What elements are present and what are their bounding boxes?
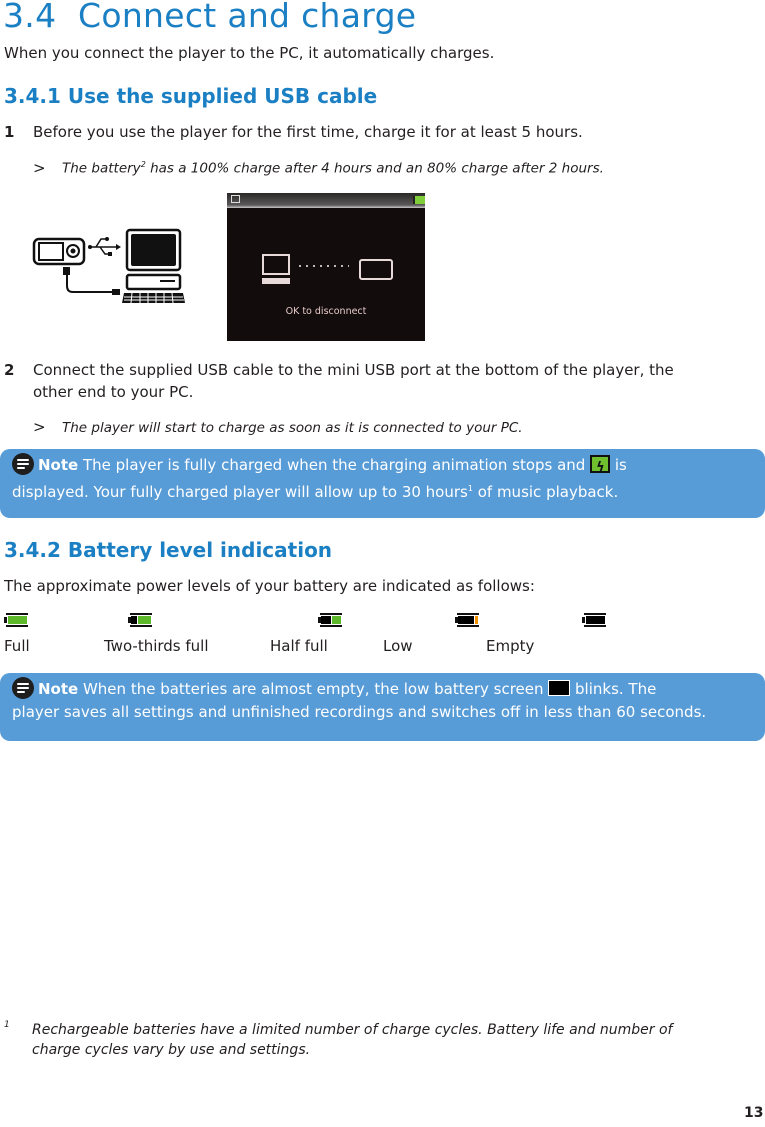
screen-dots [299,265,349,267]
note-label: Note [38,456,79,474]
screen-status-bar [227,193,425,208]
result-marker: > [33,159,46,177]
step-result: The battery2 has a 100% charge after 4 h… [62,160,604,177]
screen-pc-base [262,278,290,284]
result-text: has a 100% charge after 4 hours and an 8… [145,160,604,177]
note-text: is [610,456,627,474]
usb-connection-illustration [32,228,185,304]
player-icon [32,237,86,266]
note-text: The player is fully charged when the cha… [78,456,591,474]
note-text: When the batteries are almost empty, the… [78,680,549,698]
usb-icon [88,237,121,256]
step-number: 2 [4,361,15,379]
section-intro: When you connect the player to the PC, i… [4,44,495,62]
footnote-text: Rechargeable batteries have a limited nu… [32,1020,672,1060]
battery-status-icon [413,196,425,204]
page-number: 13 [744,1105,764,1121]
pc-status-icon [231,195,240,203]
screen-player-icon [359,259,393,280]
note-icon [12,453,34,475]
cable [66,268,115,293]
result-marker: > [33,418,46,436]
section-title: 3.4 Connect and charge [3,0,416,35]
step-number: 1 [4,123,15,141]
footnote-marker: 1 [4,1020,10,1030]
note-text: of music playback. [472,483,619,501]
screen-caption: OK to disconnect [285,306,367,317]
result-text: The battery [62,160,141,177]
screen-pc-icon [262,254,290,275]
battery-intro: The approximate power levels of your bat… [4,577,535,595]
note-text: displayed. Your fully charged player wil… [12,483,468,501]
battery-level-label: Full [4,637,30,655]
section-number: 3.4 [3,0,57,35]
note-icon [12,677,34,699]
note-label: Note [38,680,79,698]
battery-icon-two-thirds-full [128,613,152,627]
step-text: Connect the supplied USB cable to the mi… [33,361,674,379]
step-text: Before you use the player for the first … [33,123,583,141]
empty-battery-icon [548,680,571,696]
note-line: displayed. Your fully charged player wil… [12,477,755,504]
battery-icon-empty [582,613,606,627]
device-screen: OK to disconnect [227,193,425,341]
subsection-heading-battery: 3.4.2 Battery level indication [4,538,333,562]
note-line: Note The player is fully charged when th… [12,453,755,477]
battery-level-label: Two-thirds full [104,637,209,655]
note-text: blinks. The [570,680,657,698]
section-title-text: Connect and charge [77,0,417,35]
step-text: other end to your PC. [33,383,194,401]
note-line: Note When the batteries are almost empty… [12,677,755,701]
note-box-charging: Note The player is fully charged when th… [0,449,765,518]
battery-icon-half-full [318,613,342,627]
computer-icon [122,228,185,304]
battery-level-label: Low [383,637,413,655]
note-text: player saves all settings and unfinished… [12,703,707,721]
note-box-low-battery: Note When the batteries are almost empty… [0,673,765,741]
battery-icon-full [4,613,28,627]
battery-level-label: Half full [270,637,328,655]
charged-battery-icon: ϟ [590,455,611,475]
battery-icon-low [455,613,479,627]
battery-level-label: Empty [486,637,535,655]
step-result: The player will start to charge as soon … [62,420,523,436]
footnote-line: Rechargeable batteries have a limited nu… [32,1022,673,1038]
footnote-line: charge cycles vary by use and settings. [32,1042,311,1058]
subsection-heading-usb: 3.4.1 Use the supplied USB cable [4,84,378,108]
